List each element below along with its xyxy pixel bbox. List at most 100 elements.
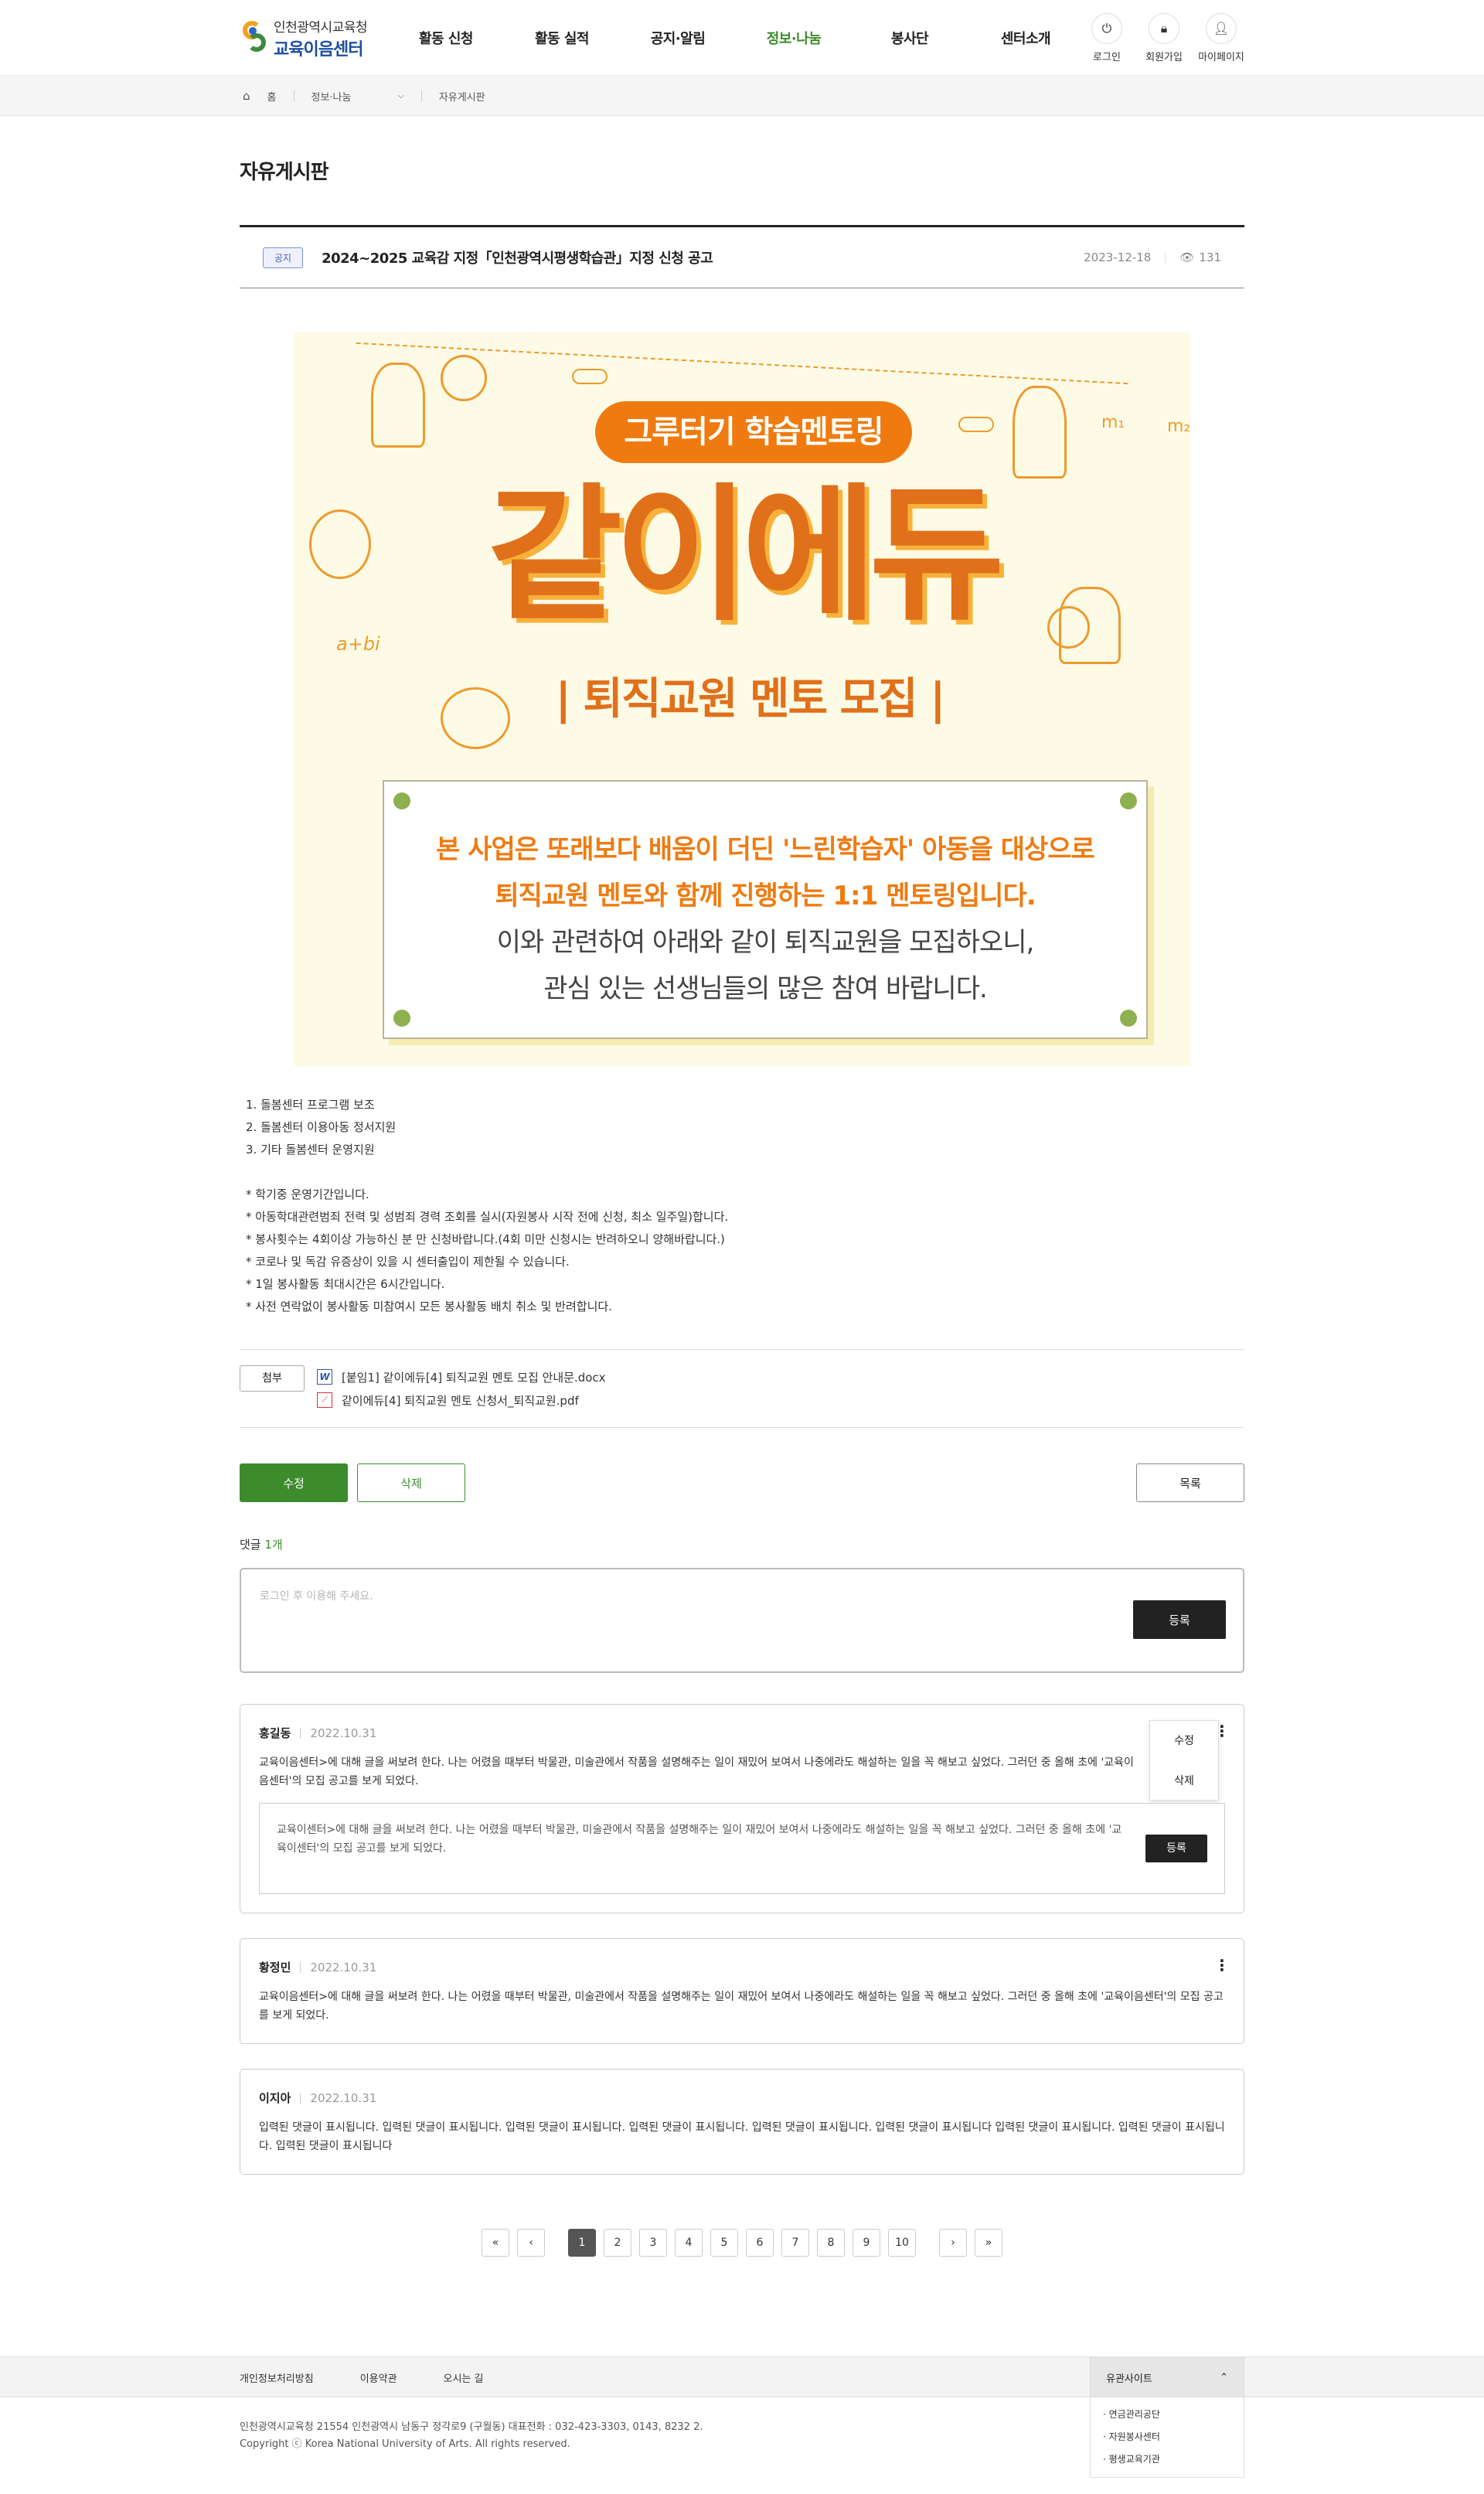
comment-count: 댓글 1개 (240, 1536, 1244, 1552)
pin-dot (1120, 1010, 1137, 1027)
page-title: 자유게시판 (240, 161, 329, 184)
nav-info-share[interactable]: 정보·나눔 (736, 28, 852, 48)
family-site-dropdown[interactable]: 유관사이트 ⌃ · 연금관리공단 · 자원봉사센터 · 평생교육기관 (1090, 2357, 1244, 2478)
page-button[interactable]: 2 (604, 2229, 631, 2257)
page-button[interactable]: 4 (675, 2229, 703, 2257)
page-button[interactable]: 8 (817, 2229, 845, 2257)
last-page-button[interactable]: » (975, 2229, 1002, 2257)
reply-input[interactable]: 교육이센터>에 대해 글을 써보려 한다. 나는 어렸을 때부터 박물관, 미술… (277, 1821, 1127, 1858)
poster-image: a+bi m₁ m₂ 그루터기 학습멘토링 같이에듀 | 퇴직교원 멘토 모집 … (294, 332, 1190, 1066)
comment-text: 교육이음센터>에 대해 글을 써보려 한다. 나는 어렸을 때부터 박물관, 미… (259, 1991, 1224, 2022)
breadcrumb-section[interactable]: 정보·나눔 (311, 89, 352, 104)
mass-label: m₂ (1167, 417, 1190, 436)
body-item: 3. 기타 돌봄센터 운영지원 (246, 1143, 375, 1157)
breadcrumb: ⌂ 홈 정보·나눔 ⌵ 자유게시판 (0, 76, 1484, 116)
mypage-link[interactable]: 👤︎ 마이페이지 (1198, 12, 1244, 63)
comment-submit-button[interactable]: 등록 (1133, 1600, 1226, 1639)
family-site-title: 유관사이트 (1106, 2373, 1152, 2385)
footer-info: 인천광역시교육청 21554 인천광역시 남동구 정각로9 (구월동) 대표전화… (240, 2419, 1244, 2453)
poster-line-4: 관심 있는 선생님들의 많은 참여 바랍니다. (543, 973, 988, 1004)
list-button[interactable]: 목록 (1136, 1463, 1244, 1502)
edit-button[interactable]: 수정 (240, 1463, 348, 1502)
comment-edit-option[interactable]: 수정 (1150, 1721, 1218, 1761)
person-illustration (371, 363, 425, 448)
pdf-file-icon: ⟋ (317, 1392, 332, 1408)
footer-copyright: Copyright ⓒ Korea National University of… (240, 2438, 570, 2450)
comment-date: 2022.10.31 (310, 1726, 377, 1740)
magnifier-icon (441, 355, 487, 401)
home-icon[interactable]: ⌂ (243, 89, 250, 103)
word-file-icon: W (317, 1369, 332, 1385)
poster-pill-label: 그루터기 학습멘토링 (595, 401, 912, 463)
breadcrumb-home[interactable]: 홈 (267, 89, 277, 104)
page-button[interactable]: 6 (746, 2229, 774, 2257)
reply-submit-button[interactable]: 등록 (1145, 1835, 1207, 1862)
footer-address: 인천광역시교육청 21554 인천광역시 남동구 정각로9 (구월동) 대표전화… (240, 2421, 703, 2433)
page-button[interactable]: 7 (781, 2229, 809, 2257)
breadcrumb-current: 자유게시판 (438, 91, 485, 104)
person-illustration (309, 509, 371, 579)
breadcrumb-divider (420, 90, 422, 101)
page-button[interactable]: 5 (710, 2229, 738, 2257)
attachment-label: 첨부 (240, 1365, 305, 1392)
body-note: * 1일 봉사활동 최대시간은 6시간입니다. (246, 1277, 445, 1291)
lock-icon: 🔒︎ (1149, 12, 1179, 44)
logo-title: 교육이음센터 (274, 39, 363, 60)
mass-label: m₁ (1101, 413, 1125, 432)
more-vertical-icon[interactable]: ⋮ (1214, 1957, 1230, 1973)
mypage-label: 마이페이지 (1198, 51, 1244, 63)
poster-line-3: 이와 관련하여 아래와 같이 퇴직교원을 모집하오니, (496, 927, 1035, 958)
first-page-button[interactable]: « (482, 2229, 509, 2257)
signup-link[interactable]: 🔒︎ 회원가입 (1141, 12, 1187, 63)
comment-count-label: 댓글 (240, 1538, 261, 1552)
utility-menu: ⏻ 로그인 🔒︎ 회원가입 👤︎ 마이페이지 (1084, 12, 1244, 63)
login-link[interactable]: ⏻ 로그인 (1084, 12, 1130, 63)
delete-button[interactable]: 삭제 (357, 1463, 465, 1502)
comment-delete-option[interactable]: 삭제 (1150, 1761, 1218, 1801)
site-footer: 개인정보처리방침 이용약관 오시는 길 유관사이트 ⌃ · 연금관리공단 · 자원… (0, 2356, 1484, 2494)
site-header: 인천광역시교육청 교육이음센터 활동 신청 활동 실적 공지·알림 정보·나눔 … (0, 0, 1484, 76)
page-button[interactable]: 9 (853, 2229, 880, 2257)
nav-activity-apply[interactable]: 활동 신청 (388, 28, 504, 48)
footer-privacy-link[interactable]: 개인정보처리방침 (240, 2370, 314, 2385)
comment-date: 2022.10.31 (310, 2090, 377, 2105)
comment-input[interactable]: 로그인 후 이용해 주세요. (260, 1588, 1224, 1603)
attachment-file-docx[interactable]: W [붙임1] 같이에듀[4] 퇴직교원 멘토 모집 안내문.docx (317, 1365, 606, 1388)
comment-text: 교육이음센터>에 대해 글을 써보려 한다. 나는 어렸을 때부터 박물관, 미… (259, 1756, 1134, 1787)
post-body: 1. 돌봄센터 프로그램 보조 2. 돌봄센터 이용아동 정서지원 3. 기타 … (240, 1094, 1244, 1318)
comment-menu-popup: 수정 삭제 (1149, 1720, 1219, 1801)
user-icon: 👤︎ (1206, 12, 1237, 44)
logo-mark-icon (240, 18, 269, 58)
post-actions: 수정 삭제 목록 (240, 1463, 1244, 1502)
footer-directions-link[interactable]: 오시는 길 (444, 2370, 484, 2385)
more-vertical-icon[interactable]: ⋮ (1214, 1723, 1230, 1739)
prev-page-button[interactable]: ‹ (517, 2229, 545, 2257)
comment-item: 홍길동 2022.10.31 교육이음센터>에 대해 글을 써보려 한다. 나는 … (240, 1704, 1244, 1913)
chevron-up-icon[interactable]: ⌃ (1220, 2372, 1228, 2383)
nav-notice[interactable]: 공지·알림 (620, 28, 736, 48)
attachment-file-pdf[interactable]: ⟋ 같이에듀[4] 퇴직교원 멘토 신청서_퇴직교원.pdf (317, 1388, 606, 1412)
cloud-icon (572, 369, 608, 384)
login-label: 로그인 (1093, 51, 1121, 63)
chevron-down-icon[interactable]: ⌵ (397, 90, 403, 101)
attachments: 첨부 W [붙임1] 같이에듀[4] 퇴직교원 멘토 모집 안내문.docx ⟋ 같… (240, 1349, 1244, 1428)
logo-subtitle: 인천광역시교육청 (274, 19, 368, 36)
page-button[interactable]: 1 (568, 2229, 596, 2257)
nav-about[interactable]: 센터소개 (968, 28, 1084, 48)
page-button[interactable]: 10 (888, 2229, 916, 2257)
pin-dot (1120, 792, 1137, 809)
page-button[interactable]: 3 (639, 2229, 667, 2257)
pin-dot (393, 1010, 410, 1027)
next-page-button[interactable]: › (939, 2229, 967, 2257)
footer-terms-link[interactable]: 이용약관 (360, 2370, 397, 2385)
post-title: 2024~2025 교육감 지정「인천광역시평생학습관」지정 신청 공고 (322, 250, 713, 267)
person-illustration (1013, 386, 1067, 479)
reply-input-box[interactable]: 교육이센터>에 대해 글을 써보려 한다. 나는 어렸을 때부터 박물관, 미술… (259, 1803, 1225, 1894)
body-note: * 코로나 및 독감 유증상이 있을 시 센터출입이 제한될 수 있습니다. (246, 1255, 570, 1269)
comment-date: 2022.10.31 (310, 1960, 377, 1974)
nav-volunteer[interactable]: 봉사단 (852, 28, 968, 48)
comment-input-box[interactable]: 로그인 후 이용해 주세요. 등록 (240, 1568, 1244, 1673)
notice-badge: 공지 (263, 247, 304, 268)
nav-activity-record[interactable]: 활동 실적 (504, 28, 620, 48)
site-logo[interactable]: 인천광역시교육청 교육이음센터 (240, 16, 373, 60)
